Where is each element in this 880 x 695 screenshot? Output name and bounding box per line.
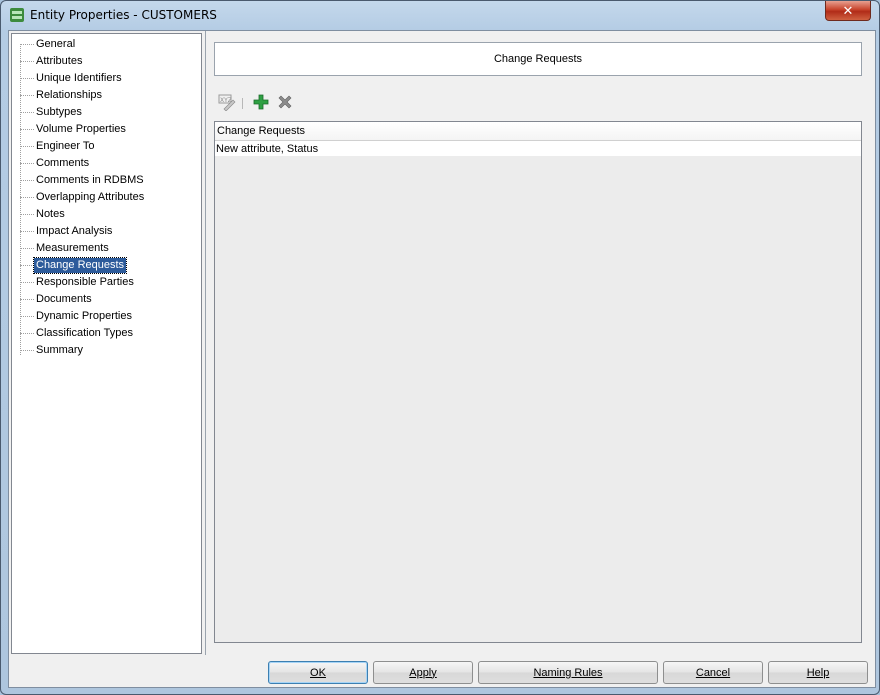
- tree-dots: [20, 247, 34, 249]
- dialog-button-bar: OK Apply Naming Rules Cancel Help: [9, 659, 875, 687]
- tree-dots: [20, 213, 34, 215]
- nav-item-label: Summary: [36, 343, 84, 356]
- close-icon: ✕: [842, 2, 854, 18]
- nav-item-label: Relationships: [36, 88, 103, 101]
- tree-dots: [20, 349, 34, 351]
- nav-item[interactable]: Attributes: [12, 53, 84, 69]
- nav-item-label: Subtypes: [36, 105, 82, 118]
- row-cell: New attribute, Status: [216, 142, 319, 155]
- nav-item[interactable]: Summary: [12, 342, 85, 358]
- nav-item[interactable]: Relationships: [12, 87, 104, 103]
- delete-x-icon[interactable]: [276, 93, 294, 111]
- nav-item-label: General: [36, 37, 76, 50]
- nav-item-label: Dynamic Properties: [36, 309, 132, 322]
- dialog-client-area: General Attributes Unique Identifiers Relat…: [8, 30, 876, 688]
- nav-item[interactable]: Notes: [12, 206, 67, 222]
- nav-item[interactable]: Classification Types: [12, 325, 135, 341]
- nav-item-label: Attributes: [36, 54, 83, 67]
- naming-rules-button[interactable]: Naming Rules: [478, 661, 658, 684]
- apply-button[interactable]: Apply: [373, 661, 473, 684]
- tree-dots: [20, 196, 34, 198]
- tree-dots: [20, 60, 34, 62]
- tree-dots: [20, 281, 34, 283]
- nav-item[interactable]: Subtypes: [12, 104, 84, 120]
- grid-column-header[interactable]: Change Requests: [215, 122, 861, 141]
- nav-item-label: Measurements: [36, 241, 109, 254]
- tree-dots: [20, 111, 34, 113]
- cancel-button[interactable]: Cancel: [663, 661, 763, 684]
- ok-button[interactable]: OK: [268, 661, 368, 684]
- tree-dots: [20, 315, 34, 317]
- nav-item-label: Overlapping Attributes: [36, 190, 145, 203]
- section-title-box: Change Requests: [214, 42, 862, 76]
- tree-dots: [20, 264, 34, 266]
- change-requests-grid[interactable]: Change Requests New attribute, Status: [214, 121, 862, 643]
- nav-item[interactable]: Impact Analysis: [12, 223, 114, 239]
- property-nav-tree[interactable]: General Attributes Unique Identifiers Relat…: [11, 33, 202, 654]
- nav-item[interactable]: Comments in RDBMS: [12, 172, 146, 188]
- nav-item-label: Change Requests: [32, 256, 128, 274]
- tree-dots: [20, 94, 34, 96]
- nav-item[interactable]: Comments: [12, 155, 91, 171]
- add-plus-icon[interactable]: [252, 93, 270, 111]
- toolbar-separator: [242, 98, 243, 109]
- nav-item[interactable]: General: [12, 36, 77, 52]
- title-bar[interactable]: Entity Properties - CUSTOMERS ✕: [1, 1, 879, 29]
- column-header-label: Change Requests: [217, 125, 306, 137]
- table-row[interactable]: New attribute, Status: [215, 141, 861, 156]
- nav-item[interactable]: Change Requests: [12, 256, 128, 274]
- nav-item-label: Comments: [36, 156, 90, 169]
- tree-dots: [20, 145, 34, 147]
- nav-item[interactable]: Dynamic Properties: [12, 308, 134, 324]
- edit-xyz-icon[interactable]: XYZ: [218, 93, 236, 111]
- nav-item[interactable]: Overlapping Attributes: [12, 189, 146, 205]
- nav-item[interactable]: Responsible Parties: [12, 274, 136, 290]
- nav-item[interactable]: Documents: [12, 291, 94, 307]
- entity-app-icon: [10, 8, 24, 22]
- tree-dots: [20, 298, 34, 300]
- nav-item[interactable]: Engineer To: [12, 138, 97, 154]
- nav-item-label: Engineer To: [36, 139, 95, 152]
- nav-item-label: Comments in RDBMS: [36, 173, 144, 186]
- nav-item[interactable]: Measurements: [12, 240, 111, 256]
- close-button[interactable]: ✕: [825, 1, 871, 21]
- tree-dots: [20, 162, 34, 164]
- tree-dots: [20, 230, 34, 232]
- nav-item-label: Responsible Parties: [36, 275, 134, 288]
- dialog-window: Entity Properties - CUSTOMERS ✕ General A…: [0, 0, 880, 695]
- nav-item-label: Classification Types: [36, 326, 134, 339]
- window-title: Entity Properties - CUSTOMERS: [30, 8, 217, 22]
- nav-item-label: Documents: [36, 292, 92, 305]
- nav-item[interactable]: Unique Identifiers: [12, 70, 124, 86]
- tree-dots: [20, 43, 34, 45]
- tree-dots: [20, 179, 34, 181]
- section-title: Change Requests: [493, 53, 583, 65]
- property-panel: Change Requests XYZ Change Requests New …: [205, 31, 874, 655]
- tree-dots: [20, 332, 34, 334]
- tree-dots: [20, 128, 34, 130]
- nav-item-label: Impact Analysis: [36, 224, 113, 237]
- nav-item-label: Notes: [36, 207, 65, 220]
- help-button[interactable]: Help: [768, 661, 868, 684]
- nav-item-label: Unique Identifiers: [36, 71, 122, 84]
- nav-item-label: Volume Properties: [36, 122, 126, 135]
- tree-dots: [20, 77, 34, 79]
- nav-item[interactable]: Volume Properties: [12, 121, 128, 137]
